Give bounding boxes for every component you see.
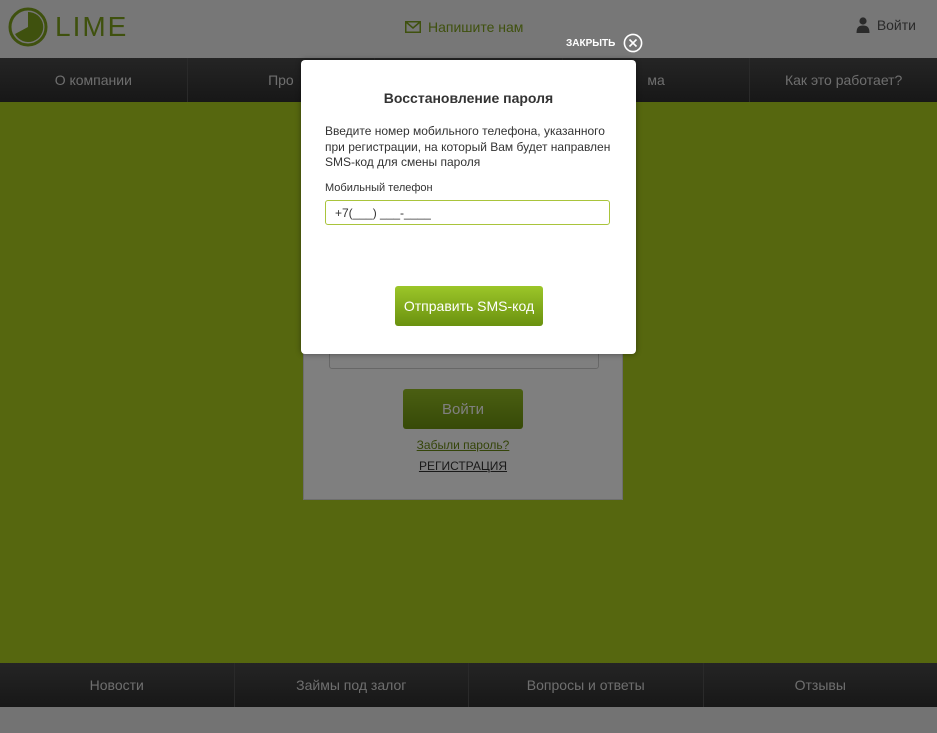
modal-description: Введите номер мобильного телефона, указа…	[325, 124, 617, 171]
description-line: SMS-код для смены пароля	[325, 155, 481, 169]
send-sms-button[interactable]: Отправить SMS-код	[395, 286, 543, 326]
modal-title: Восстановление пароля	[383, 90, 554, 106]
modal-close-button[interactable]: ЗАКРЫТЬ	[566, 33, 643, 53]
description-line: при регистрации, на который Вам будет на…	[325, 139, 611, 154]
phone-label: Мобильный телефон	[325, 182, 433, 194]
phone-input[interactable]: +7(___) ___-____	[325, 200, 610, 225]
description-line: Введите номер мобильного телефона, указа…	[325, 124, 605, 138]
close-circle-icon	[623, 33, 643, 53]
password-recovery-modal: Восстановление пароля Введите номер моби…	[301, 60, 636, 354]
close-label: ЗАКРЫТЬ	[566, 37, 616, 49]
phone-input-value: +7(___) ___-____	[335, 205, 431, 220]
